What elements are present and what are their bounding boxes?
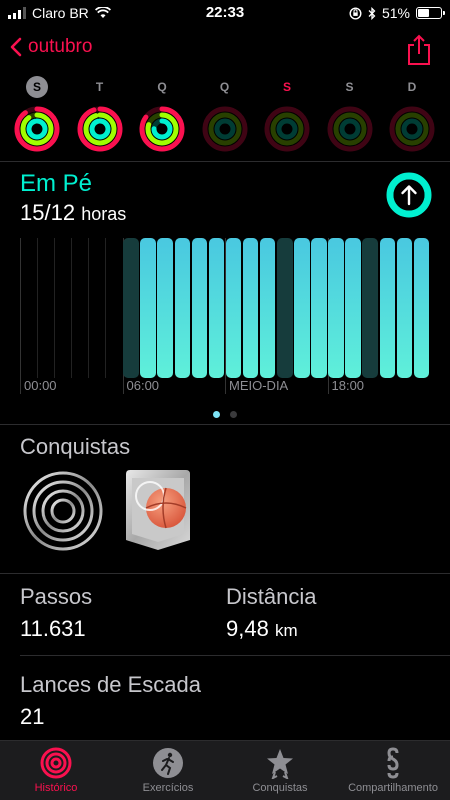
stand-hour-bar [157, 238, 173, 378]
divider [20, 655, 450, 656]
day-label: S [345, 80, 354, 94]
back-button[interactable]: outubro [10, 36, 92, 58]
basketball-award-icon[interactable] [120, 468, 196, 552]
tab-exercicios[interactable]: Exercícios [112, 747, 224, 794]
stand-hour-bar [174, 238, 191, 378]
activity-rings-icon [264, 106, 310, 152]
page-dot-active [213, 411, 220, 418]
chart-gridline [105, 238, 107, 378]
stand-title: Em Pé [20, 170, 93, 197]
stand-hour-bar [191, 238, 208, 378]
page-dot [230, 411, 237, 418]
day-label: T [95, 80, 104, 94]
distance-number: 9,48 [226, 616, 269, 641]
stand-hour-bar [345, 238, 361, 378]
divider [0, 161, 450, 162]
steps-label: Passos [20, 584, 93, 609]
day-0[interactable]: S [6, 76, 68, 154]
orientation-lock-icon [349, 6, 362, 20]
stand-hour-bar [140, 238, 156, 378]
distance-label: Distância [226, 584, 317, 609]
tab-label: Conquistas [252, 782, 308, 794]
day-5[interactable]: S [319, 76, 381, 154]
day-2[interactable]: Q [131, 76, 193, 154]
activity-rings-icon [389, 106, 435, 152]
history-rings-icon [40, 747, 72, 779]
stand-hour-bar [396, 238, 413, 378]
chart-tick-label: 00:00 [24, 378, 57, 393]
stand-hour-bar [362, 238, 378, 378]
day-1[interactable]: T [69, 76, 131, 154]
stand-hour-bar [328, 238, 344, 378]
chart-tick-label: 06:00 [126, 378, 160, 393]
tab-label: Exercícios [142, 782, 194, 794]
stand-hour-bar [208, 238, 225, 378]
stand-hour-bar [242, 238, 259, 378]
rings-award-icon[interactable] [22, 470, 104, 552]
chart-tick-label: 18:00 [331, 378, 365, 393]
stand-hour-bar [413, 238, 430, 378]
day-label: S [26, 76, 48, 98]
divider [0, 573, 450, 574]
stand-hour-bar [225, 238, 242, 378]
battery-percent: 51% [381, 5, 410, 21]
page-indicator[interactable] [0, 405, 450, 423]
chart-gridline [20, 238, 21, 394]
status-bar: Claro BR 22:33 51% [0, 0, 450, 26]
tab-bar: Histórico Exercícios Conquistas Comparti… [0, 740, 450, 800]
steps-value: 11.631 [20, 616, 86, 641]
chevron-left-icon [10, 37, 22, 57]
chart-gridline [54, 238, 56, 378]
back-label: outubro [28, 36, 93, 57]
activity-rings-icon [327, 106, 372, 152]
stand-hour-bar [294, 238, 310, 378]
distance-value: 9,48 km [226, 616, 298, 642]
star-award-icon [267, 749, 293, 779]
week-selector: STQQSSD [0, 76, 450, 160]
day-label: Q [157, 80, 167, 94]
battery-icon [416, 7, 445, 19]
bluetooth-icon [368, 6, 376, 20]
stand-hour-bar [123, 238, 139, 378]
day-3[interactable]: Q [194, 76, 256, 154]
tab-historico[interactable]: Histórico [0, 747, 112, 794]
day-label: S [282, 80, 291, 94]
chart-tick-label: MEIO-DIA [229, 378, 289, 393]
tab-label: Histórico [34, 782, 78, 794]
stand-unit: horas [81, 204, 127, 224]
chart-gridline [37, 238, 39, 378]
activity-rings-icon [14, 106, 60, 152]
chart-gridline [88, 238, 90, 378]
tab-conquistas[interactable]: Conquistas [224, 747, 336, 794]
runner-icon [153, 748, 183, 778]
sharing-icon [387, 747, 399, 779]
share-icon[interactable] [406, 34, 432, 66]
stand-hour-bar [277, 238, 293, 378]
day-label: D [407, 80, 417, 94]
achievements-title: Conquistas [20, 434, 131, 459]
stairs-label: Lances de Escada [20, 672, 202, 697]
activity-rings-icon [77, 106, 122, 152]
distance-unit: km [274, 621, 298, 640]
day-label: Q [219, 80, 230, 94]
stand-hours-chart[interactable]: 00:00 06:00 MEIO-DIA 18:00 [20, 238, 430, 398]
stand-hour-bar [379, 238, 396, 378]
activity-rings-icon [202, 106, 247, 152]
chart-gridline [71, 238, 73, 378]
stand-hour-bar [311, 238, 327, 378]
day-6[interactable]: D [381, 76, 443, 154]
stand-value: 15/12 horas [20, 200, 126, 226]
tab-compartilhamento[interactable]: Compartilhamento [336, 747, 450, 794]
tab-label: Compartilhamento [348, 782, 438, 794]
activity-rings-icon [139, 106, 185, 152]
stand-hours: 15/12 [20, 200, 76, 225]
stand-ring-icon [386, 172, 432, 218]
divider [0, 424, 450, 425]
stand-hour-bar [259, 238, 276, 378]
day-4[interactable]: S [256, 76, 318, 154]
stairs-value: 21 [20, 704, 45, 729]
navigation-bar: outubro [0, 28, 450, 72]
